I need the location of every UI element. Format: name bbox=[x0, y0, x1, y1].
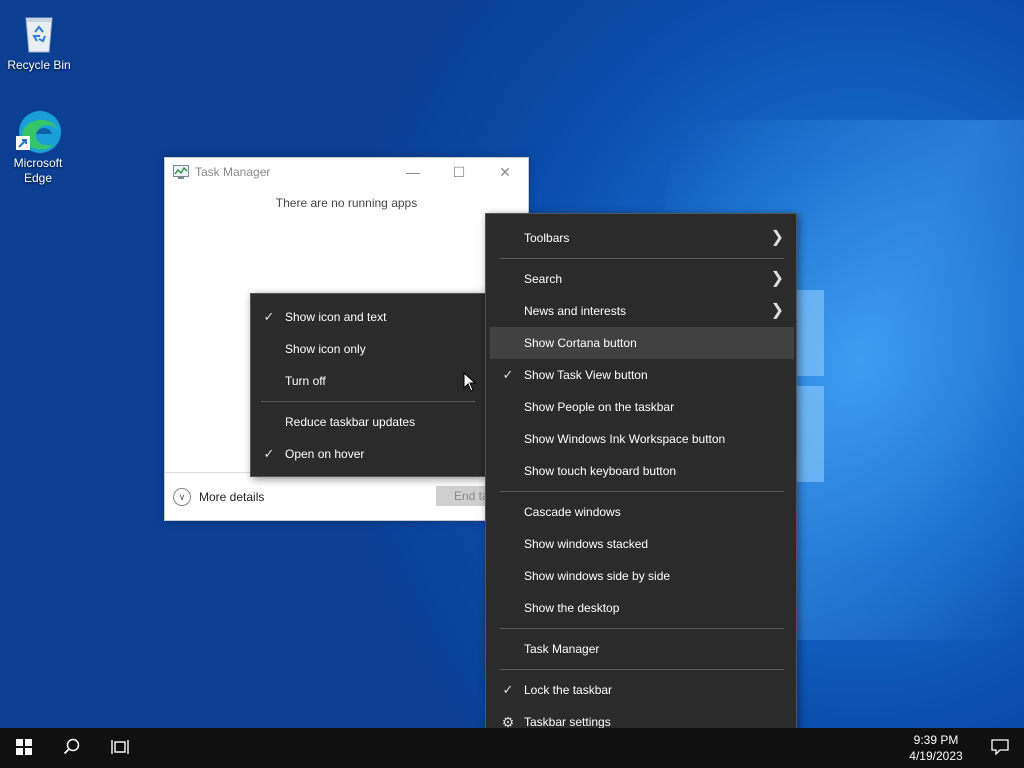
menu-item-label: Toolbars bbox=[524, 231, 570, 245]
menu-item-label: Show the desktop bbox=[524, 601, 620, 615]
menu-item-search[interactable]: Search ❯ bbox=[490, 263, 794, 295]
menu-item-label: Show Windows Ink Workspace button bbox=[524, 432, 726, 446]
menu-item-label: Cascade windows bbox=[524, 505, 621, 519]
chevron-right-icon: ❯ bbox=[770, 302, 784, 319]
taskbar[interactable]: 9:39 PM 4/19/2023 bbox=[0, 728, 1024, 768]
menu-item-show-cortana-button[interactable]: Show Cortana button bbox=[490, 327, 794, 359]
start-button[interactable] bbox=[0, 728, 48, 768]
taskbar-context-menu: Toolbars ❯ Search ❯ News and interests ❯… bbox=[485, 213, 797, 746]
footer: ∨ More details End task bbox=[165, 472, 528, 521]
clock-date: 4/19/2023 bbox=[909, 749, 963, 763]
menu-item-cascade-windows[interactable]: Cascade windows bbox=[490, 496, 794, 528]
menu-item-label: Show People on the taskbar bbox=[524, 400, 675, 414]
menu-item-show-windows-side-by-side[interactable]: Show windows side by side bbox=[490, 560, 794, 592]
menu-item-task-manager[interactable]: Task Manager bbox=[490, 633, 794, 665]
search-icon bbox=[63, 738, 81, 759]
task-manager-icon bbox=[173, 165, 189, 179]
menu-item-toolbars[interactable]: Toolbars ❯ bbox=[490, 222, 794, 254]
menu-item-reduce-taskbar-updates[interactable]: Reduce taskbar updates bbox=[251, 406, 485, 438]
menu-item-label: Show Cortana button bbox=[524, 336, 637, 350]
checkmark-icon: ✓ bbox=[502, 367, 514, 382]
notification-icon bbox=[991, 738, 1009, 758]
checkmark-icon: ✓ bbox=[263, 446, 275, 461]
maximize-icon: ☐ bbox=[452, 163, 466, 180]
desktop-icon-recycle-bin[interactable]: Recycle Bin bbox=[1, 8, 77, 73]
menu-item-label: Lock the taskbar bbox=[524, 683, 613, 697]
menu-item-label: Search bbox=[524, 272, 563, 286]
menu-separator bbox=[261, 401, 475, 402]
menu-item-label: Task Manager bbox=[524, 642, 600, 656]
menu-item-show-windows-ink[interactable]: Show Windows Ink Workspace button bbox=[490, 423, 794, 455]
window-title: Task Manager bbox=[195, 165, 271, 179]
desktop-icon-label: Recycle Bin bbox=[7, 58, 71, 72]
action-center-button[interactable] bbox=[976, 728, 1024, 768]
menu-separator bbox=[500, 258, 784, 259]
menu-item-label: Show touch keyboard button bbox=[524, 464, 677, 478]
menu-item-show-the-desktop[interactable]: Show the desktop bbox=[490, 592, 794, 624]
chevron-down-icon: ∨ bbox=[173, 488, 191, 506]
checkmark-icon: ✓ bbox=[263, 309, 275, 324]
desktop-icon-label: Microsoft Edge bbox=[13, 156, 63, 185]
empty-message: There are no running apps bbox=[275, 196, 418, 210]
task-view-icon bbox=[111, 739, 129, 758]
menu-item-label: Show windows side by side bbox=[524, 569, 671, 583]
mouse-cursor-icon bbox=[463, 371, 477, 392]
menu-item-turn-off[interactable]: Turn off bbox=[251, 365, 485, 397]
menu-item-label: Turn off bbox=[285, 374, 326, 388]
more-details-button[interactable]: ∨ More details bbox=[173, 488, 264, 506]
menu-item-show-people[interactable]: Show People on the taskbar bbox=[490, 391, 794, 423]
maximize-button[interactable]: ☐ bbox=[436, 158, 482, 186]
menu-separator bbox=[500, 669, 784, 670]
menu-item-label: Show Task View button bbox=[524, 368, 648, 382]
menu-item-news-and-interests[interactable]: News and interests ❯ bbox=[490, 295, 794, 327]
menu-item-show-task-view-button[interactable]: ✓ Show Task View button bbox=[490, 359, 794, 391]
close-button[interactable]: ✕ bbox=[482, 158, 528, 186]
chevron-right-icon: ❯ bbox=[770, 229, 784, 246]
clock-time: 9:39 PM bbox=[913, 733, 959, 747]
menu-item-label: Show windows stacked bbox=[524, 537, 649, 551]
menu-item-show-touch-keyboard[interactable]: Show touch keyboard button bbox=[490, 455, 794, 487]
menu-item-open-on-hover[interactable]: ✓ Open on hover bbox=[251, 438, 485, 470]
menu-item-show-icon-only[interactable]: Show icon only bbox=[251, 333, 485, 365]
menu-item-label: Show icon and text bbox=[285, 310, 387, 324]
minimize-button[interactable]: — bbox=[390, 158, 436, 186]
menu-item-label: News and interests bbox=[524, 304, 627, 318]
close-icon: ✕ bbox=[499, 163, 511, 180]
menu-item-show-icon-and-text[interactable]: ✓ Show icon and text bbox=[251, 301, 485, 333]
desktop-icon-edge[interactable]: Microsoft Edge bbox=[0, 106, 76, 186]
menu-item-label: Open on hover bbox=[285, 447, 365, 461]
minimize-icon: — bbox=[406, 164, 420, 180]
menu-item-label: Taskbar settings bbox=[524, 715, 611, 729]
search-button[interactable] bbox=[48, 728, 96, 768]
menu-separator bbox=[500, 491, 784, 492]
windows-logo-icon bbox=[16, 738, 32, 758]
checkmark-icon: ✓ bbox=[502, 682, 514, 697]
news-interests-submenu: ✓ Show icon and text Show icon only Turn… bbox=[250, 293, 486, 477]
system-clock[interactable]: 9:39 PM 4/19/2023 bbox=[896, 732, 976, 764]
recycle-bin-icon bbox=[15, 8, 63, 56]
menu-item-lock-the-taskbar[interactable]: ✓ Lock the taskbar bbox=[490, 674, 794, 706]
task-view-button[interactable] bbox=[96, 728, 144, 768]
edge-icon bbox=[14, 106, 62, 154]
chevron-right-icon: ❯ bbox=[770, 270, 784, 287]
title-bar[interactable]: Task Manager — ☐ ✕ bbox=[165, 158, 528, 186]
menu-item-show-windows-stacked[interactable]: Show windows stacked bbox=[490, 528, 794, 560]
menu-item-label: Reduce taskbar updates bbox=[285, 415, 416, 429]
menu-separator bbox=[500, 628, 784, 629]
more-details-label: More details bbox=[199, 490, 265, 504]
menu-item-label: Show icon only bbox=[285, 342, 366, 356]
